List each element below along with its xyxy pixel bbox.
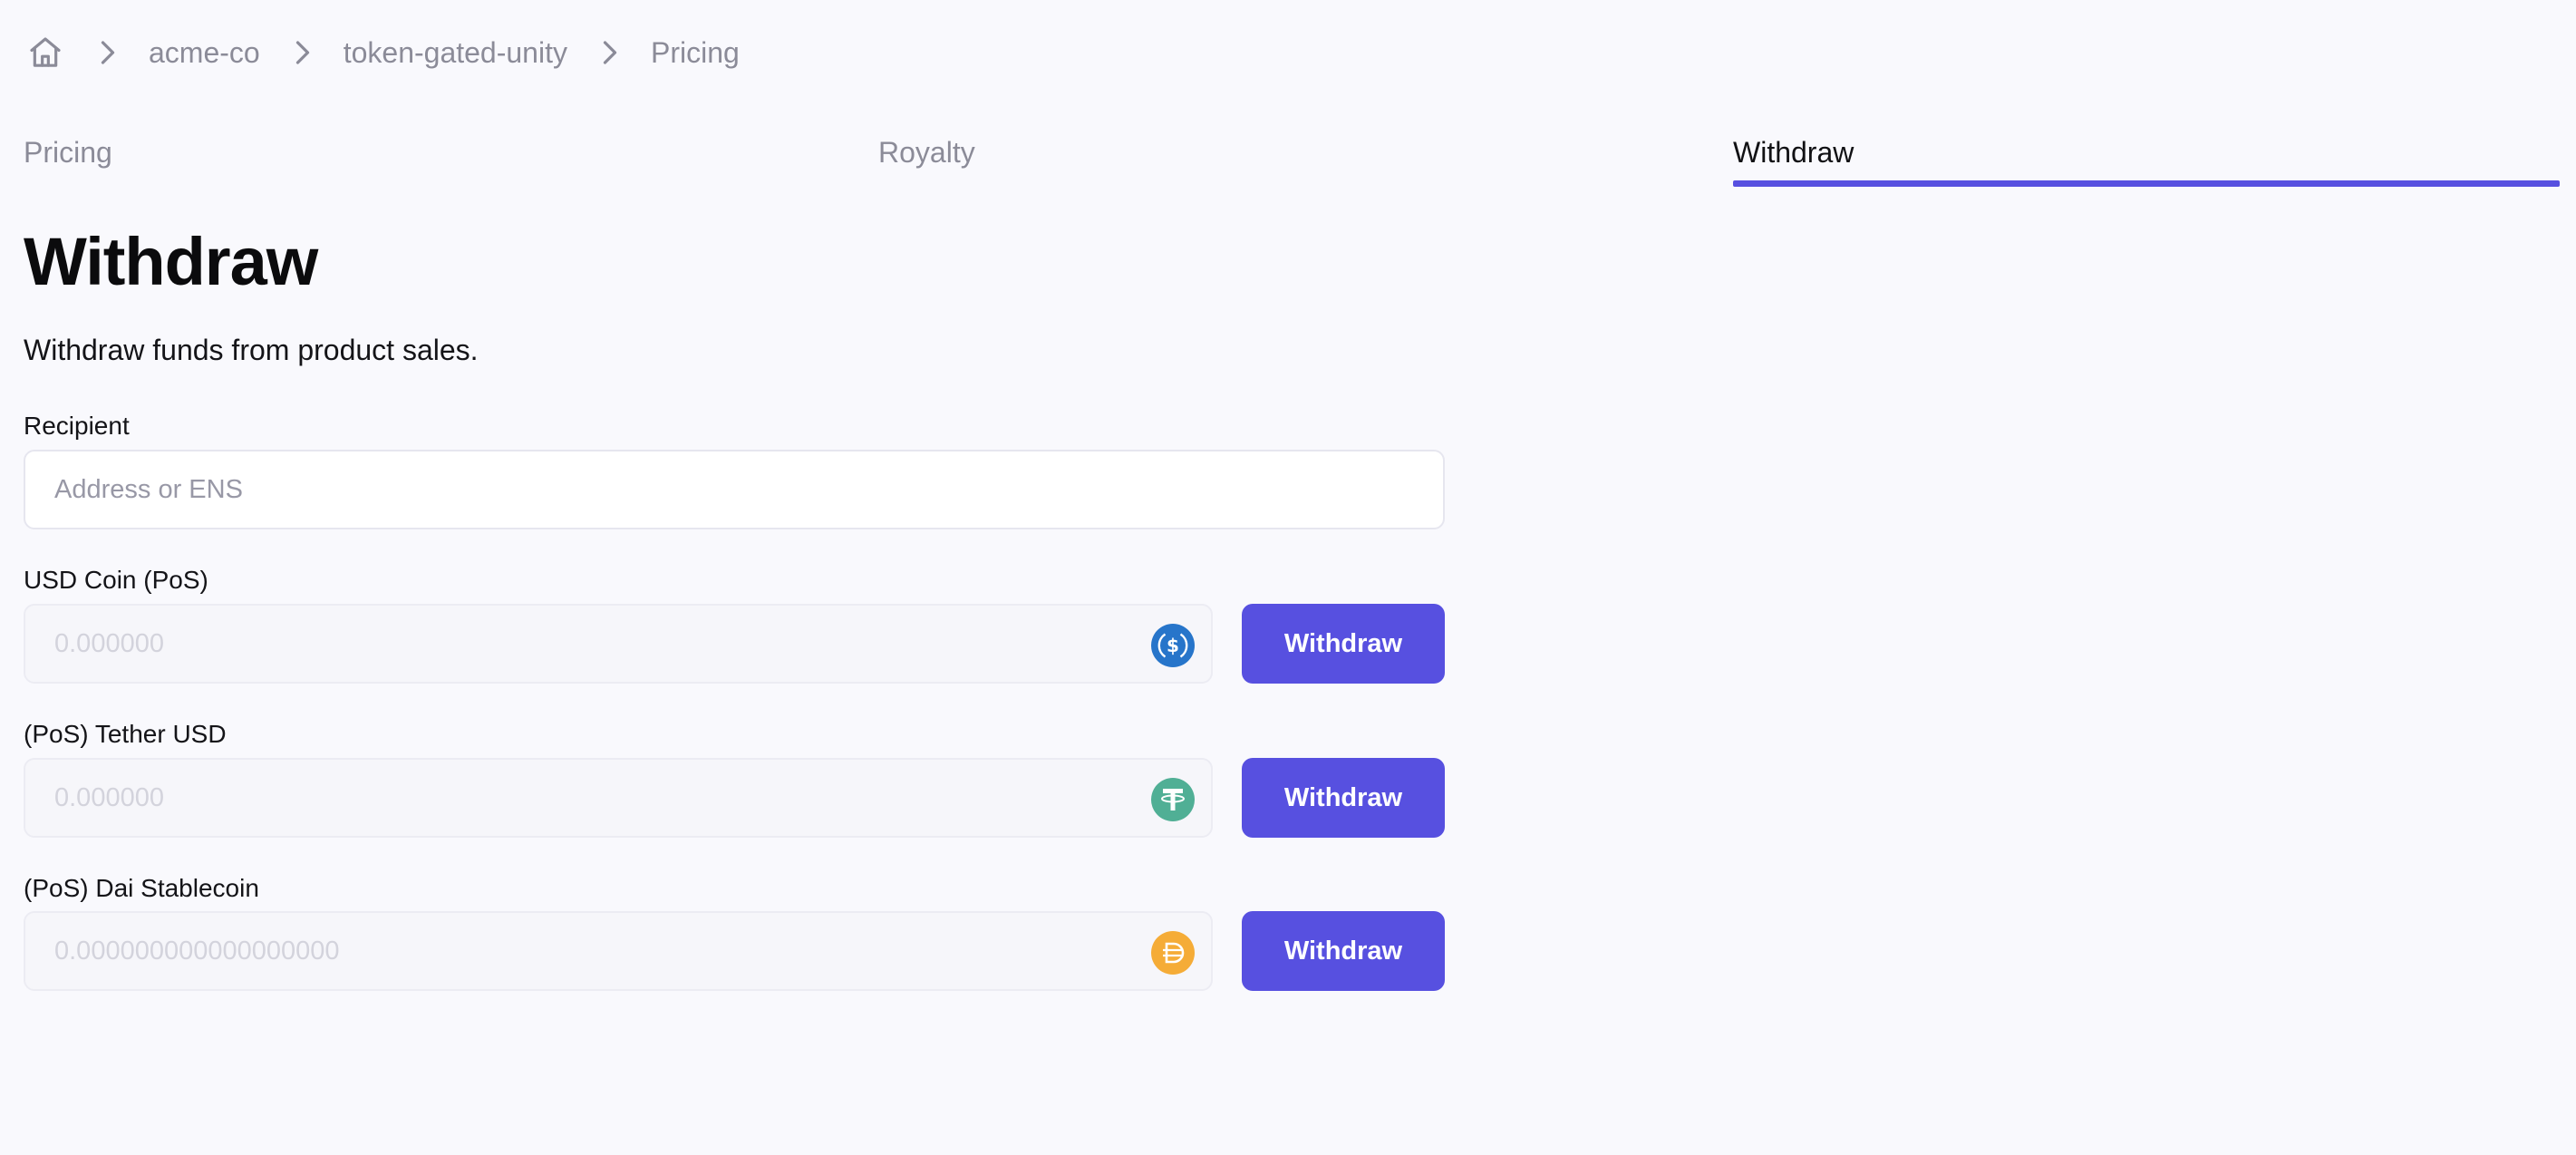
usdc-amount-field: $ [24,604,1213,684]
tab-label: Royalty [878,136,975,169]
home-icon[interactable] [25,33,65,73]
page-subtitle: Withdraw funds from product sales. [24,334,479,366]
recipient-input[interactable] [54,451,1443,528]
breadcrumb: acme-co token-gated-unity Pricing [25,25,740,80]
chevron-right-icon [280,33,325,73]
usdc-icon: $ [1151,624,1195,667]
active-tab-indicator [1733,180,2560,187]
dai-icon [1151,931,1195,975]
dai-amount-input[interactable] [54,913,1124,989]
dai-label: (PoS) Dai Stablecoin [24,874,259,902]
tab-royalty[interactable]: Royalty [878,127,1694,192]
recipient-field [24,450,1445,529]
withdraw-dai-button[interactable]: Withdraw [1242,911,1445,991]
usdc-label: USD Coin (PoS) [24,566,208,594]
withdraw-page: acme-co token-gated-unity Pricing Pricin… [0,0,2576,1155]
tether-amount-field [24,758,1213,838]
page-title: Withdraw [24,224,318,299]
tether-icon [1151,778,1195,821]
breadcrumb-item-project[interactable]: token-gated-unity [344,33,567,73]
tether-amount-input[interactable] [54,760,1124,836]
tab-pricing[interactable]: Pricing [24,127,839,192]
svg-text:$: $ [1167,635,1179,656]
tether-label: (PoS) Tether USD [24,720,227,748]
recipient-label: Recipient [24,412,130,440]
breadcrumb-item-current[interactable]: Pricing [651,33,740,73]
withdraw-usdc-button[interactable]: Withdraw [1242,604,1445,684]
usdc-amount-input[interactable] [54,606,1124,682]
breadcrumb-item-org[interactable]: acme-co [149,33,260,73]
tab-bar: Pricing Royalty Withdraw [24,127,2560,192]
chevron-right-icon [85,33,131,73]
dai-amount-field [24,911,1213,991]
chevron-right-icon [587,33,633,73]
tab-label: Withdraw [1733,136,1855,169]
tab-label: Pricing [24,136,112,169]
withdraw-tether-button[interactable]: Withdraw [1242,758,1445,838]
tab-withdraw[interactable]: Withdraw [1733,127,2560,192]
